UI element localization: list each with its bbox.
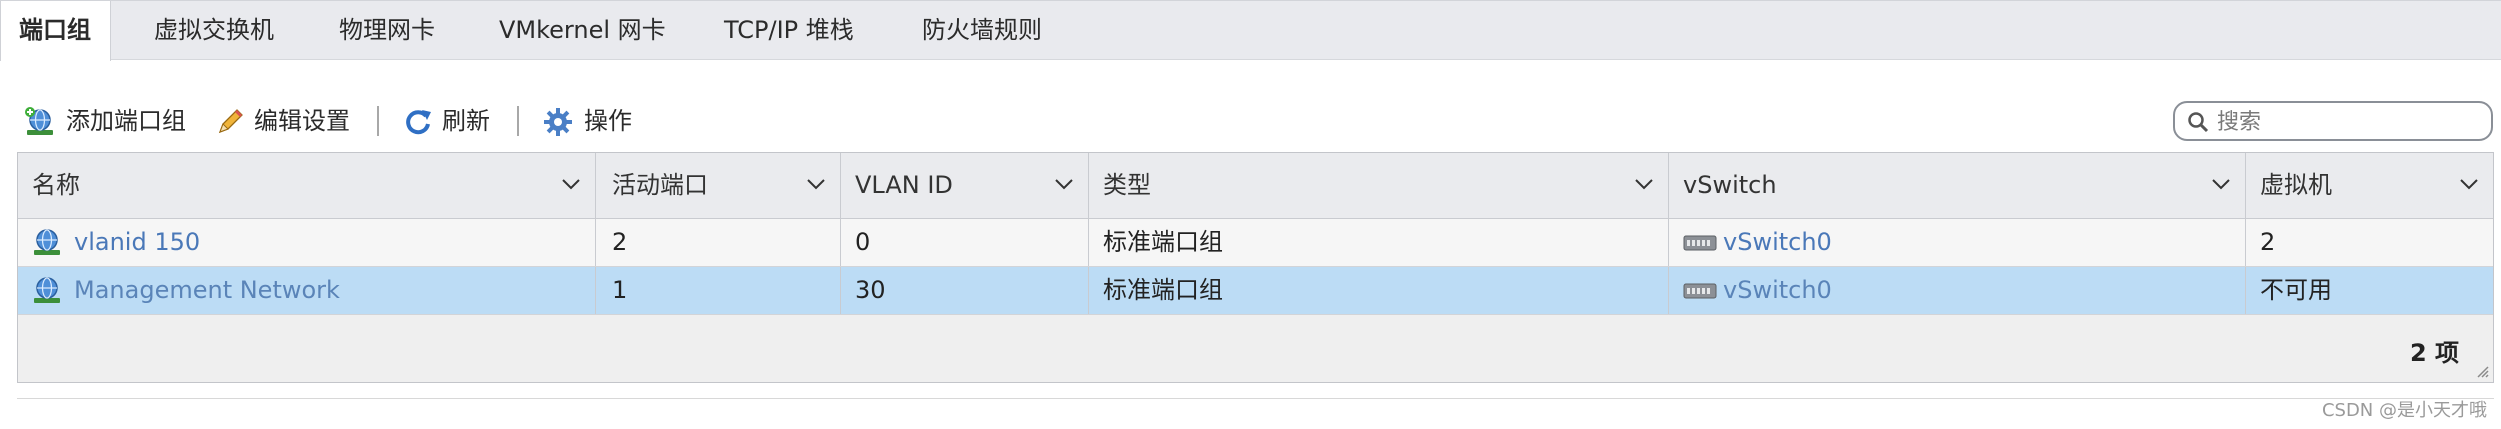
add-port-group-label: 添加端口组 — [66, 107, 186, 135]
cell-type: 标准端口组 — [1089, 219, 1669, 266]
tab-physical-nics[interactable]: 物理网卡 — [321, 1, 453, 60]
refresh-icon — [406, 110, 431, 135]
cell-active-ports: 1 — [596, 267, 841, 314]
tab-vmkernel-nics[interactable]: VMkernel 网卡 — [481, 1, 684, 60]
column-header-label: 名称 — [32, 171, 80, 199]
pencil-icon — [218, 109, 243, 134]
toolbar: 添加端口组 编辑设置 刷新 操作 — [0, 98, 2501, 144]
cell-vms: 2 — [2260, 228, 2276, 256]
column-header-label: 活动端口 — [612, 171, 708, 199]
search-icon — [2188, 112, 2209, 133]
column-header-label: VLAN ID — [855, 171, 953, 199]
cell-vswitch: vSwitch0 — [1669, 219, 2246, 266]
chevron-down-icon[interactable] — [1634, 177, 1654, 191]
cell-name: vlanid 150 — [18, 219, 596, 266]
table-row[interactable]: Management Network 1 30 标准端口组 vSwitch0 不… — [18, 267, 2493, 315]
vswitch-link[interactable]: vSwitch0 — [1723, 219, 1832, 266]
refresh-button[interactable]: 刷新 — [402, 98, 502, 144]
column-header-type[interactable]: 类型 — [1089, 153, 1669, 218]
add-port-group-button[interactable]: 添加端口组 — [24, 98, 194, 144]
port-groups-view: 端口组 虚拟交换机 物理网卡 VMkernel 网卡 TCP/IP 堆栈 防火墙… — [0, 0, 2501, 429]
edit-settings-label: 编辑设置 — [254, 107, 350, 135]
add-network-icon — [25, 107, 53, 135]
cell-vlan-id: 30 — [841, 267, 1089, 314]
cell-type: 标准端口组 — [1089, 267, 1669, 314]
toolbar-separator — [517, 106, 519, 136]
search-box[interactable] — [2173, 101, 2493, 141]
tab-firewall-rules[interactable]: 防火墙规则 — [904, 1, 1060, 60]
cell-active-ports: 2 — [596, 219, 841, 266]
vswitch-link[interactable]: vSwitch0 — [1723, 267, 1832, 314]
watermark: CSDN @是小天才哦 — [2321, 400, 2487, 421]
port-group-link[interactable]: Management Network — [74, 267, 340, 314]
cell-vswitch: vSwitch0 — [1669, 267, 2246, 314]
cell-vlan-id: 0 — [841, 219, 1089, 266]
chevron-down-icon[interactable] — [806, 177, 826, 191]
toolbar-separator — [377, 106, 379, 136]
search-input[interactable] — [2215, 106, 2487, 138]
column-header-name[interactable]: 名称 — [18, 153, 596, 218]
port-group-icon — [34, 229, 60, 255]
column-header-label: vSwitch — [1683, 171, 1777, 199]
column-header-vms[interactable]: 虚拟机 — [2246, 153, 2493, 218]
chevron-down-icon[interactable] — [1054, 177, 1074, 191]
gear-icon — [544, 108, 572, 136]
tab-port-groups[interactable]: 端口组 — [0, 1, 111, 61]
actions-button[interactable]: 操作 — [542, 98, 642, 144]
port-group-link[interactable]: vlanid 150 — [74, 219, 200, 266]
column-header-label: 虚拟机 — [2260, 171, 2332, 199]
column-header-active-ports[interactable]: 活动端口 — [596, 153, 841, 218]
port-group-icon — [34, 277, 60, 303]
item-count: 2 项 — [2409, 339, 2459, 367]
cell-vms: 不可用 — [2260, 276, 2332, 304]
actions-label: 操作 — [584, 107, 632, 135]
resize-grip-icon[interactable] — [2473, 362, 2489, 378]
cell-name: Management Network — [18, 267, 596, 314]
table-row[interactable]: vlanid 150 2 0 标准端口组 vSwitch0 2 — [18, 219, 2493, 267]
column-header-label: 类型 — [1103, 171, 1151, 199]
port-group-table: 名称 活动端口 VLAN ID 类型 vSwitch 虚拟机 vlanid 15… — [17, 152, 2494, 383]
tab-bar: 端口组 虚拟交换机 物理网卡 VMkernel 网卡 TCP/IP 堆栈 防火墙… — [0, 0, 2501, 61]
refresh-label: 刷新 — [442, 107, 490, 135]
chevron-down-icon[interactable] — [561, 177, 581, 191]
edit-settings-button[interactable]: 编辑设置 — [214, 98, 364, 144]
tab-tcpip-stacks[interactable]: TCP/IP 堆栈 — [706, 1, 872, 60]
switch-icon — [1683, 235, 1717, 251]
chevron-down-icon[interactable] — [2459, 177, 2479, 191]
divider — [17, 398, 2494, 399]
chevron-down-icon[interactable] — [2211, 177, 2231, 191]
column-header-vlan-id[interactable]: VLAN ID — [841, 153, 1089, 218]
table-header: 名称 活动端口 VLAN ID 类型 vSwitch 虚拟机 — [18, 153, 2493, 219]
column-header-vswitch[interactable]: vSwitch — [1669, 153, 2246, 218]
switch-icon — [1683, 283, 1717, 299]
tab-virtual-switches[interactable]: 虚拟交换机 — [136, 1, 292, 60]
